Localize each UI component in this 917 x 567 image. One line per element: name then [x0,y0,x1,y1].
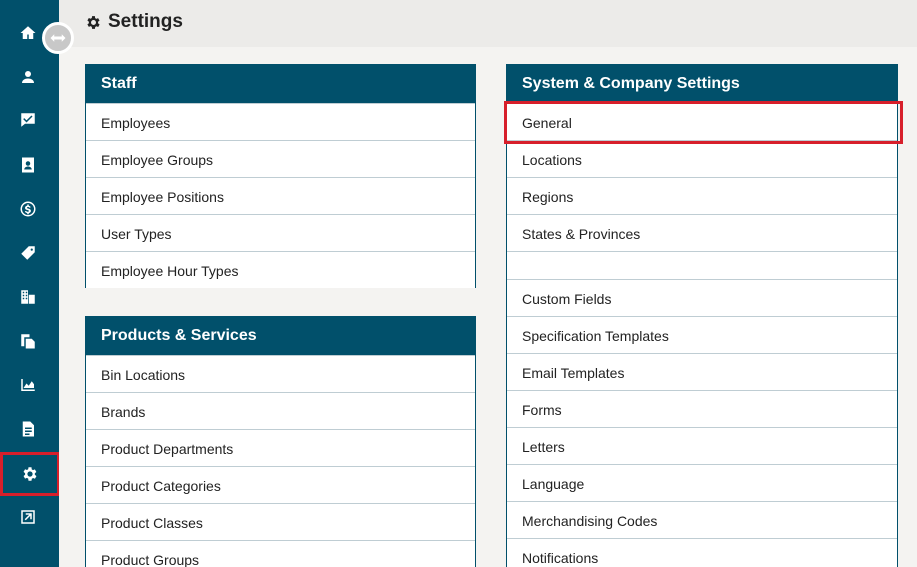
system-panel: System & Company Settings General Locati… [506,64,898,567]
chat-check-icon [20,113,35,127]
page-title: Settings [85,11,183,33]
sidebar-item-files[interactable] [0,409,55,449]
report-icon [22,421,34,437]
system-item-letters[interactable]: Letters [507,427,897,464]
products-item-departments[interactable]: Product Departments [86,429,475,466]
sidebar-item-messages[interactable] [0,100,55,140]
products-item-categories[interactable]: Product Categories [86,466,475,503]
home-icon [20,26,35,39]
products-item-groups[interactable]: Product Groups [86,540,475,567]
products-panel-title: Products & Services [86,317,475,355]
sidebar-item-documents[interactable] [0,321,55,361]
sidebar-item-reports[interactable] [0,365,55,405]
system-item-language[interactable]: Language [507,464,897,501]
sidebar-item-external[interactable] [0,497,55,537]
sidebar-item-sales[interactable] [0,189,55,229]
staff-item-employee-positions[interactable]: Employee Positions [86,177,475,214]
documents-icon [20,334,35,349]
sidebar-item-settings[interactable] [0,452,60,496]
page-title-text: Settings [108,11,183,32]
external-link-icon [20,510,35,524]
chart-icon [20,379,35,391]
system-item-merchandising-codes[interactable]: Merchandising Codes [507,501,897,538]
system-item-custom-fields[interactable]: Custom Fields [507,279,897,316]
staff-panel-title: Staff [86,65,475,103]
sidebar-item-locations[interactable] [0,277,55,317]
gear-icon [87,15,100,29]
system-panel-title: System & Company Settings [507,65,897,103]
sidebar-item-tags[interactable] [0,233,55,273]
gear-icon [23,467,37,481]
sidebar-item-customers[interactable] [0,57,55,97]
dollar-icon [20,201,35,217]
products-item-brands[interactable]: Brands [86,392,475,429]
sidebar-toggle-button[interactable] [42,22,74,54]
staff-item-employee-hour-types[interactable]: Employee Hour Types [86,251,475,288]
buildings-icon [20,290,35,304]
system-item-specification-templates[interactable]: Specification Templates [507,316,897,353]
system-item-forms[interactable]: Forms [507,390,897,427]
customer-icon [21,71,34,83]
staff-item-employee-groups[interactable]: Employee Groups [86,140,475,177]
page-header: Settings [59,0,917,47]
system-item-notifications[interactable]: Notifications [507,538,897,567]
system-item-locations[interactable]: Locations [507,140,897,177]
sidebar [0,0,60,567]
staff-panel: Staff Employees Employee Groups Employee… [85,64,476,288]
products-panel: Products & Services Bin Locations Brands… [85,316,476,567]
system-item-regions[interactable]: Regions [507,177,897,214]
system-item-general[interactable]: General [507,103,897,140]
products-item-bin-locations[interactable]: Bin Locations [86,355,475,392]
tags-icon [20,246,35,260]
staff-item-employees[interactable]: Employees [86,103,475,140]
double-arrow-icon [50,34,66,42]
system-item-states-provinces[interactable]: States & Provinces [507,214,897,251]
staff-item-user-types[interactable]: User Types [86,214,475,251]
contact-book-icon [21,157,34,173]
system-item-email-templates[interactable]: Email Templates [507,353,897,390]
sidebar-item-contacts[interactable] [0,145,55,185]
system-item-blank [507,251,897,279]
products-item-classes[interactable]: Product Classes [86,503,475,540]
